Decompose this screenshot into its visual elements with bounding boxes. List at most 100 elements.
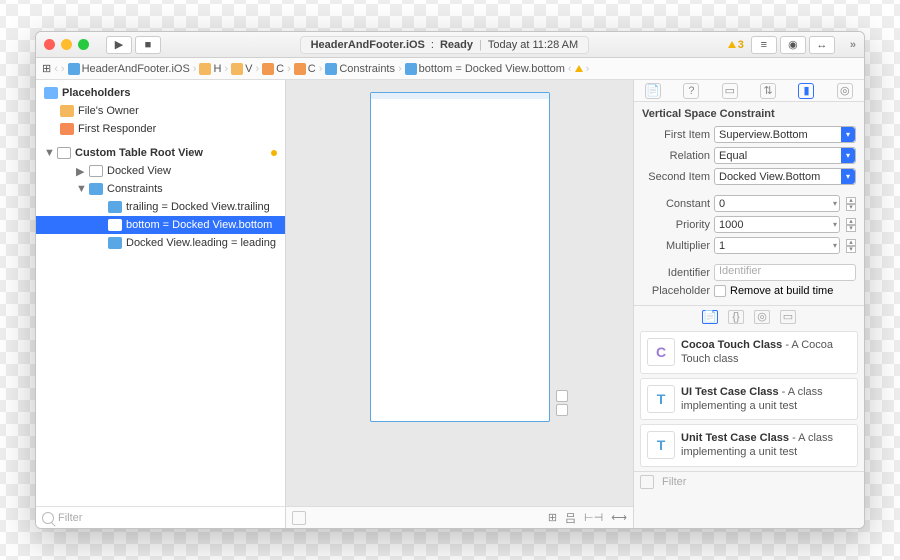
stop-button[interactable]: ■ [135,36,161,54]
identity-inspector-tab[interactable]: ▭ [722,83,738,99]
docked-view-item[interactable]: ▶ Docked View [36,162,285,180]
constant-stepper[interactable]: ▴▾ [846,197,856,211]
files-owner-item[interactable]: File's Owner [36,102,285,120]
responder-icon [60,123,74,135]
multiplier-row: Multiplier 1 ▴▾ [634,235,864,256]
remove-at-build-checkbox[interactable] [714,285,726,297]
file-templates-tab[interactable]: 📄 [702,310,718,324]
traffic-lights [44,39,89,50]
warning-icon [728,41,736,48]
run-controls: ▶ ■ [106,36,161,54]
root-view-item[interactable]: ▼ Custom Table Root View [36,144,285,162]
build-state: Ready [440,39,473,51]
toolbar-right: ≡ ◉ ↔ [751,36,835,54]
class-icon: C [647,338,675,366]
second-item-row: Second Item Docked View.Bottom [634,166,864,187]
library-filter-input[interactable]: Filter [662,476,686,488]
navigator-filter-bar: Filter [36,506,285,528]
constraint-item[interactable]: trailing = Docked View.trailing [36,198,285,216]
multiplier-stepper[interactable]: ▴▾ [846,239,856,253]
warning-count: 3 [738,39,744,51]
project-name: HeaderAndFooter.iOS [311,39,425,51]
library-item[interactable]: C Cocoa Touch Class - A Cocoa Touch clas… [640,331,858,374]
device-view[interactable] [370,92,550,422]
constraint-item[interactable]: Docked View.leading = leading [36,234,285,252]
class-icon: T [647,385,675,413]
assistant-editor-button[interactable]: ◉ [780,36,806,54]
standard-editor-button[interactable]: ≡ [751,36,777,54]
relation-select[interactable]: Equal [714,147,856,164]
library-list: C Cocoa Touch Class - A Cocoa Touch clas… [634,327,864,471]
attributes-inspector-tab[interactable]: ⇅ [760,83,776,99]
library-item[interactable]: T UI Test Case Class - A class implement… [640,378,858,421]
media-library-tab[interactable]: ▭ [780,310,796,324]
warnings-badge[interactable]: 3 [728,39,744,51]
object-library-tab[interactable]: ◎ [754,310,770,324]
constraint-icon [108,201,122,213]
placeholder-row: Placeholder Remove at build time [634,283,864,299]
size-handle[interactable] [556,404,568,416]
search-icon [42,512,54,524]
disclosure-triangle-icon[interactable]: ▼ [44,147,53,159]
canvas-size-controls [556,390,568,416]
class-icon: T [647,431,675,459]
library-tabs: 📄 {} ◎ ▭ [634,305,864,327]
activity-pill[interactable]: HeaderAndFooter.iOS : Ready | Today at 1… [300,36,590,54]
interface-builder-canvas[interactable] [286,80,633,506]
size-handle[interactable] [556,390,568,402]
code-snippets-tab[interactable]: {} [728,310,744,324]
first-item-row: First Item Superview.Bottom [634,124,864,145]
disclosure-triangle-icon[interactable]: ▼ [76,183,85,195]
version-editor-button[interactable]: ↔ [809,36,835,54]
main-content: Placeholders File's Owner First Responde… [36,80,864,528]
related-items-icon[interactable]: ⊞ [42,62,51,75]
overflow-button[interactable]: » [850,39,856,51]
align-button[interactable]: 吕 [565,510,576,526]
help-inspector-tab[interactable]: ? [683,83,699,99]
priority-row: Priority 1000 ▴▾ [634,214,864,235]
inspector-pane: 📄 ? ▭ ⇅ ▮ ◎ Vertical Space Constraint Fi… [634,80,864,528]
minimize-button[interactable] [61,39,72,50]
size-inspector-tab[interactable]: ▮ [798,83,814,99]
outline-toggle-button[interactable] [292,511,306,525]
jump-bar[interactable]: ⊞ ‹› HeaderAndFooter.iOS › H › V › C › C… [36,58,864,80]
disclosure-triangle-icon[interactable]: ▶ [76,165,85,178]
stack-button[interactable]: ⊞ [548,511,557,524]
second-item-select[interactable]: Docked View.Bottom [714,168,856,185]
pin-button[interactable]: ⊢⊣ [584,511,603,524]
file-inspector-tab[interactable]: 📄 [645,83,661,99]
relation-row: Relation Equal [634,145,864,166]
priority-stepper[interactable]: ▴▾ [846,218,856,232]
constant-field[interactable]: 0 [714,195,840,212]
first-item-select[interactable]: Superview.Bottom [714,126,856,143]
library-filter-bar: Filter [634,471,864,493]
grid-view-button[interactable] [640,475,654,489]
activity-viewer: HeaderAndFooter.iOS : Ready | Today at 1… [168,36,721,54]
resolve-button[interactable]: ⟷ [611,511,627,524]
connections-inspector-tab[interactable]: ◎ [837,83,853,99]
xcode-window: ▶ ■ HeaderAndFooter.iOS : Ready | Today … [35,31,865,529]
activity-time: Today at 11:28 AM [488,39,578,51]
navigator-pane: Placeholders File's Owner First Responde… [36,80,286,528]
cube-icon [44,87,58,99]
first-responder-item[interactable]: First Responder [36,120,285,138]
warning-icon [575,65,583,72]
identifier-row: Identifier Identifier [634,262,864,283]
constraint-item-selected[interactable]: bottom = Docked View.bottom [36,216,285,234]
inspector-tabs: 📄 ? ▭ ⇅ ▮ ◎ [634,80,864,102]
library-item[interactable]: T Unit Test Case Class - A class impleme… [640,424,858,467]
constraints-group-item[interactable]: ▼ Constraints [36,180,285,198]
constraint-icon [108,237,122,249]
inspector-section-title: Vertical Space Constraint [634,102,864,124]
identifier-input[interactable]: Identifier [714,264,856,281]
constant-row: Constant 0 ▴▾ [634,193,864,214]
zoom-button[interactable] [78,39,89,50]
close-button[interactable] [44,39,55,50]
placeholders-header: Placeholders [36,84,285,102]
multiplier-field[interactable]: 1 [714,237,840,254]
view-icon [89,165,103,177]
run-button[interactable]: ▶ [106,36,132,54]
outline-tree: Placeholders File's Owner First Responde… [36,80,285,506]
filter-input[interactable]: Filter [58,512,82,524]
priority-field[interactable]: 1000 [714,216,840,233]
